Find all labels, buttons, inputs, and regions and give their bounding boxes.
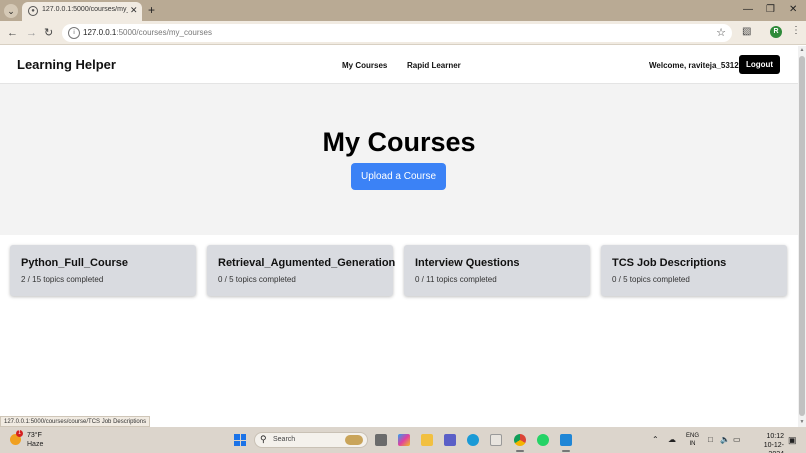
whatsapp-icon[interactable] xyxy=(537,434,549,446)
teams-icon[interactable] xyxy=(444,434,456,446)
app-header: Learning Helper My Courses Rapid Learner… xyxy=(0,46,798,84)
vscode-icon[interactable] xyxy=(560,434,572,446)
hero-section: My Courses Upload a Course xyxy=(0,84,798,235)
page-scrollbar[interactable]: ▲ ▼ xyxy=(798,46,806,427)
reload-icon[interactable]: ↻ xyxy=(44,25,53,41)
page-title: My Courses xyxy=(322,127,476,157)
chrome-active-indicator xyxy=(516,450,524,452)
extensions-icon[interactable]: ▧ xyxy=(742,26,751,37)
course-card[interactable]: Python_Full_Course 2 / 15 topics complet… xyxy=(10,245,196,296)
back-icon[interactable]: ← xyxy=(7,25,18,41)
file-explorer-icon[interactable] xyxy=(421,434,433,446)
scroll-up-icon[interactable]: ▲ xyxy=(799,47,805,53)
search-placeholder: Search xyxy=(273,436,296,443)
scroll-down-icon[interactable]: ▼ xyxy=(799,419,805,425)
address-bar[interactable]: i 127.0.0.1:5000/courses/my_courses ☆ xyxy=(62,24,732,42)
search-highlight-icon xyxy=(345,435,363,445)
minimize-icon[interactable]: — xyxy=(743,3,753,17)
browser-tab[interactable]: ● 127.0.0.1:5000/courses/my_courses ✕ xyxy=(22,2,142,21)
window-close-icon[interactable]: ✕ xyxy=(789,3,797,17)
browser-tab-strip: ⌄ ● 127.0.0.1:5000/courses/my_courses ✕ … xyxy=(0,0,806,21)
restore-icon[interactable]: ❐ xyxy=(766,3,775,17)
course-progress: 0 / 5 topics completed xyxy=(218,275,296,284)
course-card[interactable]: Retrieval_Agumented_Generation 0 / 5 top… xyxy=(207,245,396,296)
copilot-icon[interactable] xyxy=(398,434,410,446)
menu-kebab-icon[interactable]: ⋮ xyxy=(791,25,801,36)
course-list: Python_Full_Course 2 / 15 topics complet… xyxy=(10,245,788,297)
store-icon[interactable] xyxy=(490,434,502,446)
system-clock[interactable]: 10:1210-12-2024 xyxy=(750,432,784,453)
language-indicator[interactable]: ENG IN xyxy=(686,432,699,448)
volume-icon[interactable]: 🔈 xyxy=(720,435,730,444)
chrome-icon[interactable] xyxy=(514,434,526,446)
weather-badge: 1 xyxy=(16,430,23,437)
logout-button[interactable]: Logout xyxy=(739,55,780,74)
url-text[interactable]: 127.0.0.1:5000/courses/my_courses xyxy=(83,28,212,37)
brand-logo[interactable]: Learning Helper xyxy=(17,57,116,72)
profile-avatar[interactable]: R xyxy=(770,26,782,38)
course-progress: 2 / 15 topics completed xyxy=(21,275,104,284)
battery-icon[interactable]: ▭ xyxy=(733,435,741,444)
welcome-text: Welcome, raviteja_5312 xyxy=(649,61,739,70)
bookmark-star-icon[interactable]: ☆ xyxy=(716,26,726,39)
course-title: Interview Questions xyxy=(415,257,520,269)
course-title: TCS Job Descriptions xyxy=(612,257,727,269)
course-title: Retrieval_Agumented_Generation xyxy=(218,257,396,269)
taskbar: 1 73°F Haze ⚲ Search ⌃ ☁ ENG IN □ 🔈 ▭ 10:… xyxy=(0,427,806,453)
forward-icon[interactable]: → xyxy=(26,25,37,41)
tab-title: 127.0.0.1:5000/courses/my_courses xyxy=(42,6,128,13)
notification-bell-icon[interactable]: ▣ xyxy=(788,435,797,446)
taskbar-search[interactable]: ⚲ Search xyxy=(254,432,368,448)
course-title: Python_Full_Course xyxy=(21,257,128,269)
nav-my-courses[interactable]: My Courses xyxy=(342,61,387,70)
display-icon[interactable]: □ xyxy=(708,435,713,444)
site-info-icon[interactable]: i xyxy=(68,27,80,39)
course-progress: 0 / 11 topics completed xyxy=(415,275,497,284)
weather-condition: Haze xyxy=(27,441,44,448)
new-tab-icon[interactable]: + xyxy=(148,3,155,17)
course-card[interactable]: TCS Job Descriptions 0 / 5 topics comple… xyxy=(601,245,787,296)
search-icon: ⚲ xyxy=(260,434,267,444)
status-bar-url: 127.0.0.1:5000/courses/course/TCS Job De… xyxy=(0,416,151,427)
tab-search-icon[interactable]: ⌄ xyxy=(4,4,18,18)
scrollbar-thumb[interactable] xyxy=(799,56,805,416)
web-page: Learning Helper My Courses Rapid Learner… xyxy=(0,46,798,427)
task-view-icon[interactable] xyxy=(375,434,387,446)
tray-overflow-icon[interactable]: ⌃ xyxy=(652,435,659,444)
course-progress: 0 / 5 topics completed xyxy=(612,275,690,284)
nav-rapid-learner[interactable]: Rapid Learner xyxy=(407,61,461,70)
course-card[interactable]: Interview Questions 0 / 11 topics comple… xyxy=(404,245,590,296)
weather-temp: 73°F xyxy=(27,432,42,439)
upload-course-button[interactable]: Upload a Course xyxy=(351,163,446,190)
globe-icon: ● xyxy=(28,6,38,16)
vscode-active-indicator xyxy=(562,450,570,452)
browser-toolbar: ← → ↻ i 127.0.0.1:5000/courses/my_course… xyxy=(0,21,806,45)
close-icon[interactable]: ✕ xyxy=(130,5,138,16)
edge-icon[interactable] xyxy=(467,434,479,446)
onedrive-icon[interactable]: ☁ xyxy=(668,435,676,444)
windows-start-icon[interactable] xyxy=(234,434,246,446)
